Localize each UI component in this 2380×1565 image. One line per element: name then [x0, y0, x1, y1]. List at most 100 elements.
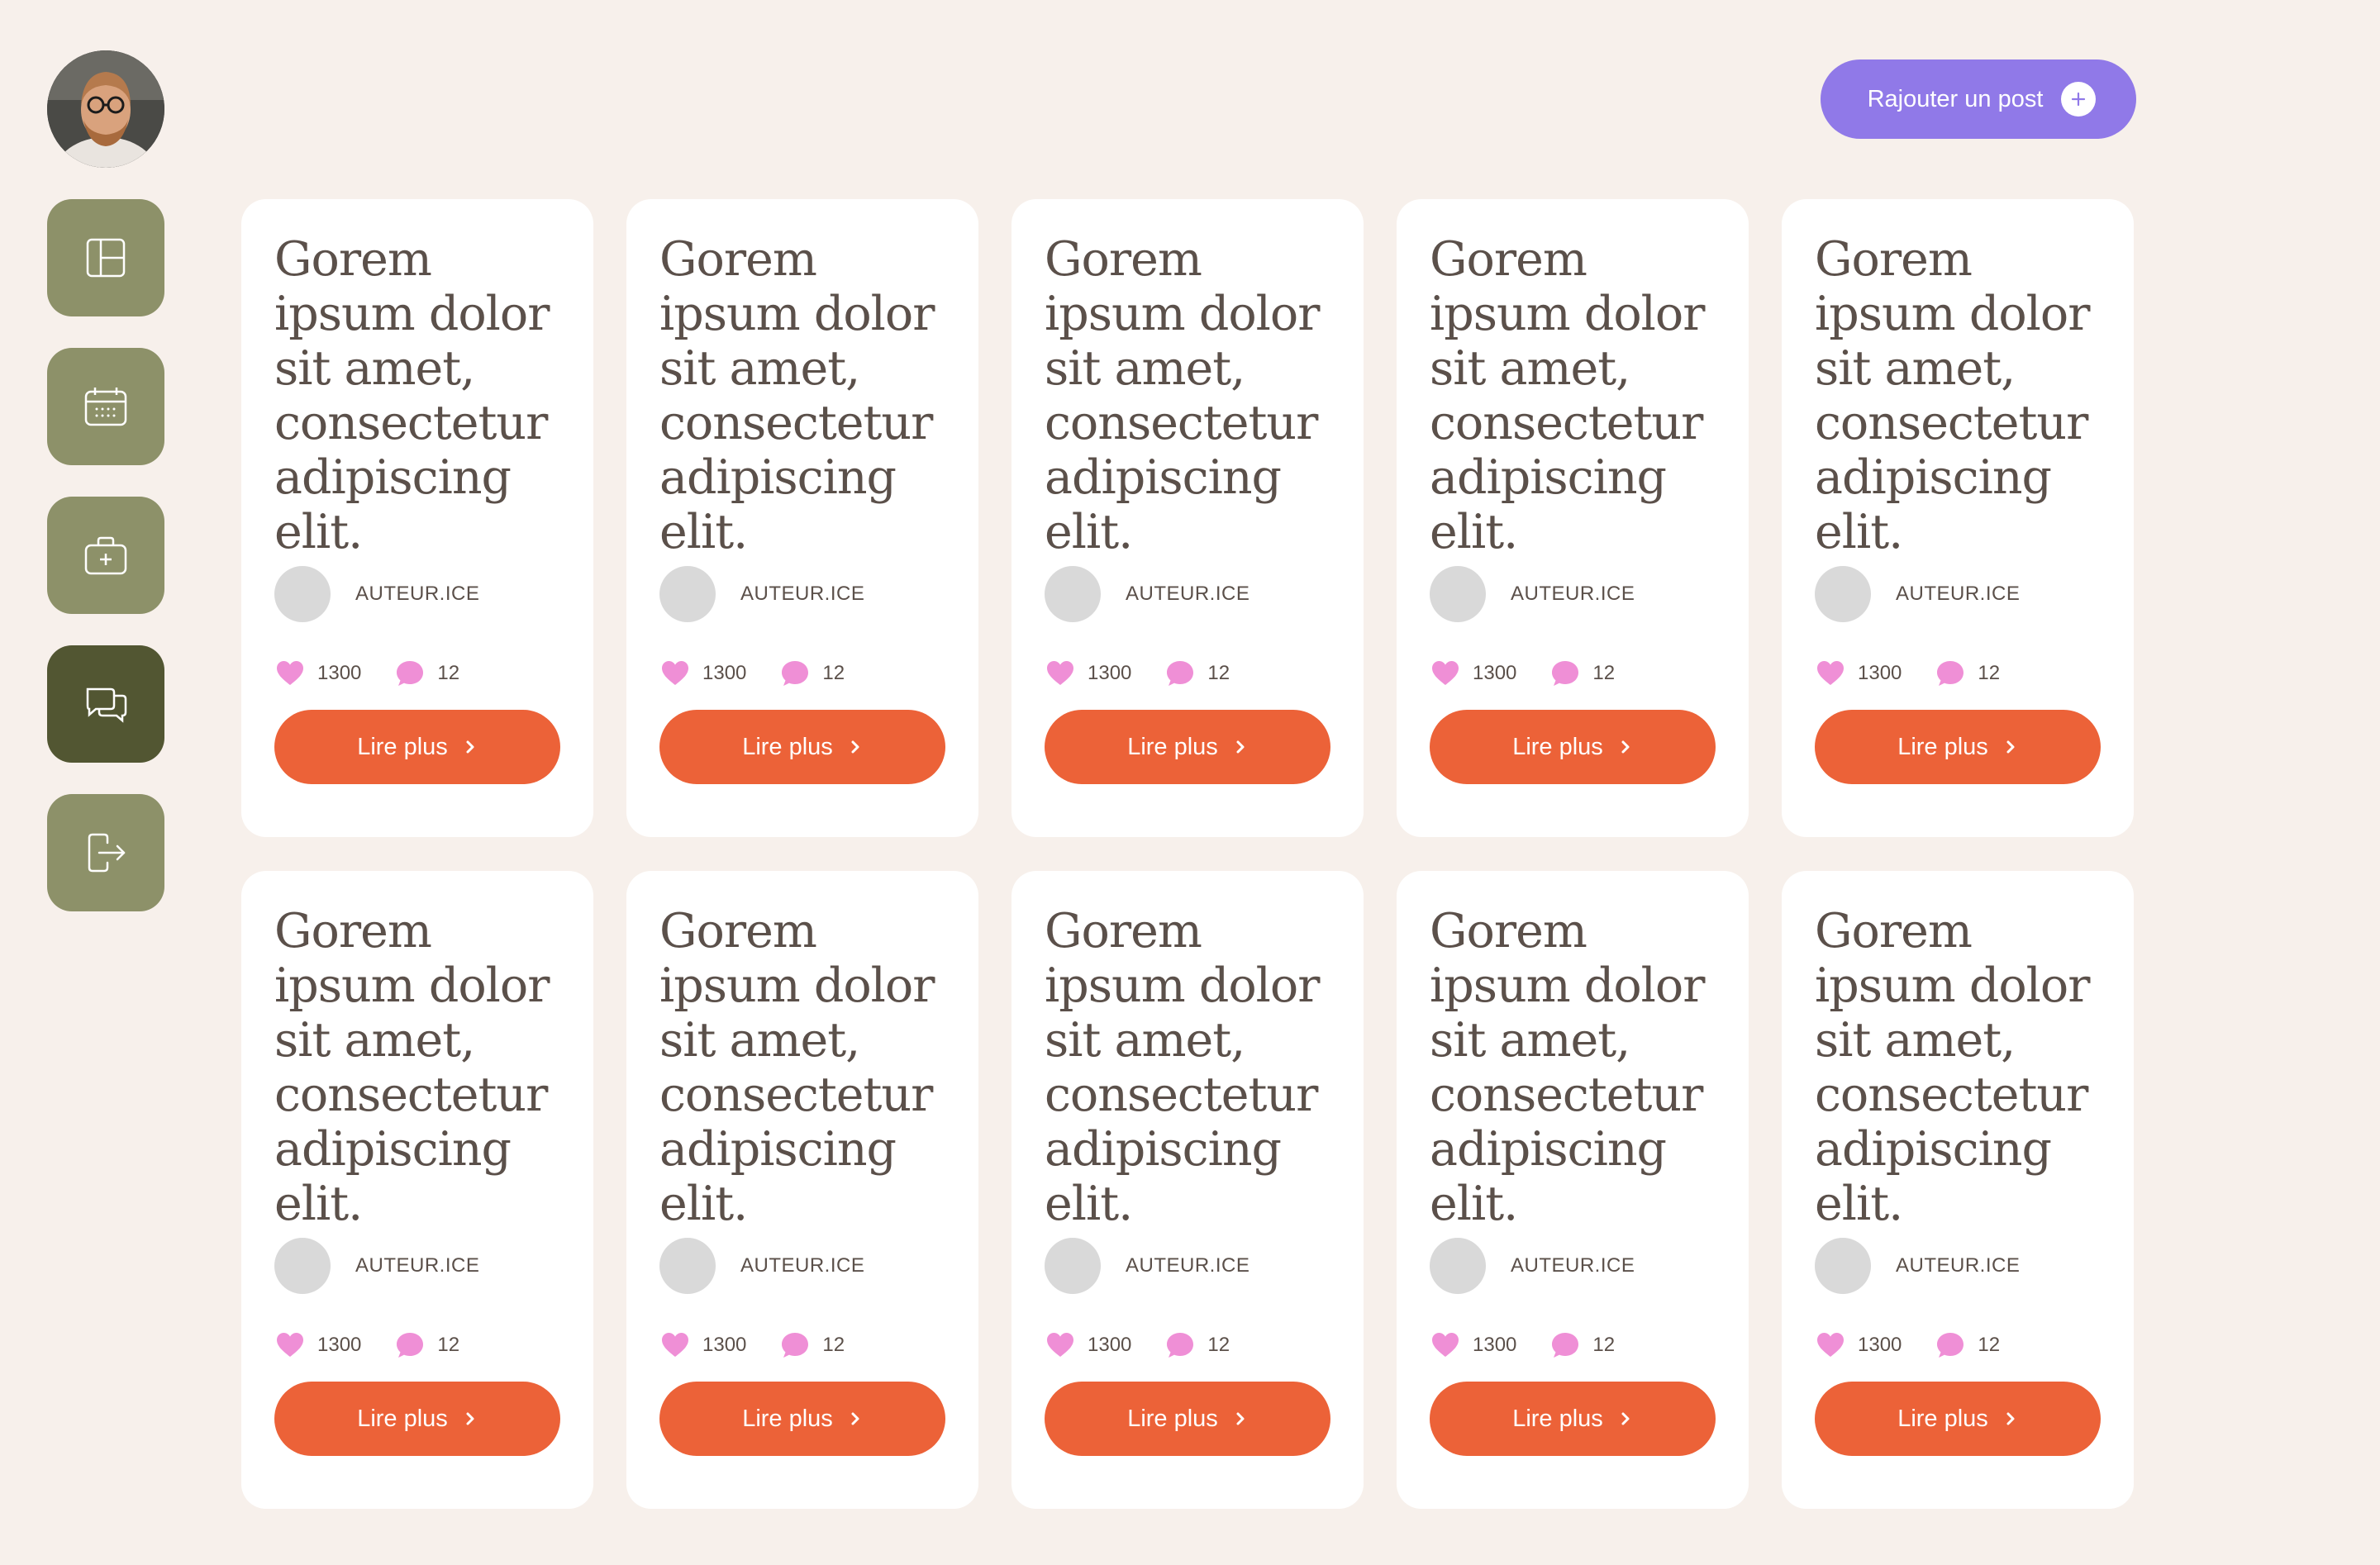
- post-card: Gorem ipsum dolor sit amet, consectetur …: [1397, 199, 1749, 837]
- stats-row: 1300 12: [1430, 657, 1716, 690]
- chevron-right-icon: [1621, 1412, 1630, 1425]
- author-row: AUTEUR.ICE: [1815, 1238, 2101, 1294]
- comments-stat[interactable]: 12: [1549, 658, 1615, 689]
- author-avatar: [1430, 566, 1486, 622]
- likes-stat[interactable]: 1300: [274, 1330, 361, 1361]
- read-more-label: Lire plus: [1512, 733, 1603, 760]
- user-avatar[interactable]: [47, 50, 164, 168]
- comment-icon: [1552, 1333, 1579, 1358]
- chevron-right-icon: [1236, 1412, 1245, 1425]
- likes-count: 1300: [1858, 1334, 1902, 1356]
- likes-stat[interactable]: 1300: [1045, 1330, 1131, 1361]
- heart-icon: [1817, 661, 1844, 685]
- stats-row: 1300 12: [1815, 1329, 2101, 1362]
- comment-icon: [397, 661, 424, 686]
- comments-count: 12: [437, 1334, 460, 1356]
- post-card: Gorem ipsum dolor sit amet, consectetur …: [626, 871, 978, 1509]
- stats-row: 1300 12: [274, 657, 560, 690]
- chevron-right-icon: [1621, 740, 1630, 754]
- likes-count: 1300: [1473, 662, 1517, 684]
- post-title: Gorem ipsum dolor sit amet, consectetur …: [274, 904, 550, 1231]
- comments-stat[interactable]: 12: [1935, 1330, 2000, 1361]
- post-card: Gorem ipsum dolor sit amet, consectetur …: [1782, 199, 2134, 837]
- likes-stat[interactable]: 1300: [1815, 1330, 1902, 1361]
- read-more-label: Lire plus: [742, 1405, 833, 1432]
- read-more-button[interactable]: Lire plus: [1430, 710, 1716, 784]
- chevron-right-icon: [2006, 1412, 2015, 1425]
- comments-stat[interactable]: 12: [779, 1330, 845, 1361]
- nav-dashboard[interactable]: [47, 199, 164, 316]
- stats-row: 1300 12: [1045, 657, 1330, 690]
- likes-stat[interactable]: 1300: [659, 1330, 746, 1361]
- add-post-button[interactable]: Rajouter un post: [1821, 59, 2136, 139]
- chevron-right-icon: [851, 740, 859, 754]
- likes-stat[interactable]: 1300: [1430, 658, 1516, 689]
- comments-stat[interactable]: 12: [1164, 658, 1230, 689]
- read-more-button[interactable]: Lire plus: [659, 710, 945, 784]
- nav-logout[interactable]: [47, 794, 164, 911]
- author-name: AUTEUR.ICE: [740, 1254, 865, 1277]
- chevron-right-icon: [851, 1412, 859, 1425]
- post-card: Gorem ipsum dolor sit amet, consectetur …: [1011, 871, 1364, 1509]
- post-card: Gorem ipsum dolor sit amet, consectetur …: [241, 871, 593, 1509]
- author-name: AUTEUR.ICE: [1126, 1254, 1250, 1277]
- likes-stat[interactable]: 1300: [1430, 1330, 1516, 1361]
- read-more-button[interactable]: Lire plus: [1430, 1382, 1716, 1456]
- heart-icon: [1432, 1333, 1459, 1357]
- post-card: Gorem ipsum dolor sit amet, consectetur …: [626, 199, 978, 837]
- read-more-button[interactable]: Lire plus: [1045, 1382, 1330, 1456]
- comments-count: 12: [822, 662, 845, 684]
- comment-icon: [1167, 661, 1194, 686]
- nav-medical[interactable]: [47, 497, 164, 614]
- nav-calendar[interactable]: [47, 348, 164, 465]
- comment-icon: [782, 661, 809, 686]
- read-more-button[interactable]: Lire plus: [1045, 710, 1330, 784]
- read-more-button[interactable]: Lire plus: [1815, 710, 2101, 784]
- likes-stat[interactable]: 1300: [1815, 658, 1902, 689]
- comments-count: 12: [1978, 662, 2001, 684]
- comments-stat[interactable]: 12: [1549, 1330, 1615, 1361]
- likes-count: 1300: [1088, 1334, 1132, 1356]
- plus-icon: [2061, 82, 2097, 117]
- nav-messages[interactable]: [47, 645, 164, 763]
- read-more-label: Lire plus: [1512, 1405, 1603, 1432]
- likes-count: 1300: [1088, 662, 1132, 684]
- post-card: Gorem ipsum dolor sit amet, consectetur …: [241, 199, 593, 837]
- comments-stat[interactable]: 12: [394, 1330, 459, 1361]
- heart-icon: [662, 1333, 688, 1357]
- likes-stat[interactable]: 1300: [274, 658, 361, 689]
- likes-count: 1300: [317, 1334, 362, 1356]
- comments-stat[interactable]: 12: [1164, 1330, 1230, 1361]
- post-title: Gorem ipsum dolor sit amet, consectetur …: [1430, 232, 1705, 559]
- medical-kit-icon: [84, 536, 127, 575]
- comments-stat[interactable]: 12: [394, 658, 459, 689]
- author-row: AUTEUR.ICE: [1045, 566, 1330, 622]
- stats-row: 1300 12: [659, 657, 945, 690]
- read-more-button[interactable]: Lire plus: [274, 1382, 560, 1456]
- read-more-label: Lire plus: [742, 733, 833, 760]
- read-more-button[interactable]: Lire plus: [1815, 1382, 2101, 1456]
- read-more-label: Lire plus: [357, 733, 448, 760]
- author-avatar: [274, 1238, 331, 1294]
- comments-count: 12: [1207, 662, 1230, 684]
- likes-stat[interactable]: 1300: [1045, 658, 1131, 689]
- likes-count: 1300: [702, 662, 747, 684]
- comments-count: 12: [1207, 1334, 1230, 1356]
- author-avatar: [1815, 1238, 1871, 1294]
- comments-stat[interactable]: 12: [779, 658, 845, 689]
- heart-icon: [277, 1333, 303, 1357]
- comment-icon: [782, 1333, 809, 1358]
- read-more-button[interactable]: Lire plus: [274, 710, 560, 784]
- chevron-right-icon: [2006, 740, 2015, 754]
- read-more-label: Lire plus: [1127, 733, 1218, 760]
- chevron-right-icon: [1236, 740, 1245, 754]
- author-row: AUTEUR.ICE: [1045, 1238, 1330, 1294]
- author-avatar: [659, 1238, 716, 1294]
- chat-bubbles-icon: [86, 687, 127, 723]
- read-more-label: Lire plus: [357, 1405, 448, 1432]
- likes-stat[interactable]: 1300: [659, 658, 746, 689]
- comments-stat[interactable]: 12: [1935, 658, 2000, 689]
- logout-icon: [88, 833, 126, 873]
- comment-icon: [1167, 1333, 1194, 1358]
- read-more-button[interactable]: Lire plus: [659, 1382, 945, 1456]
